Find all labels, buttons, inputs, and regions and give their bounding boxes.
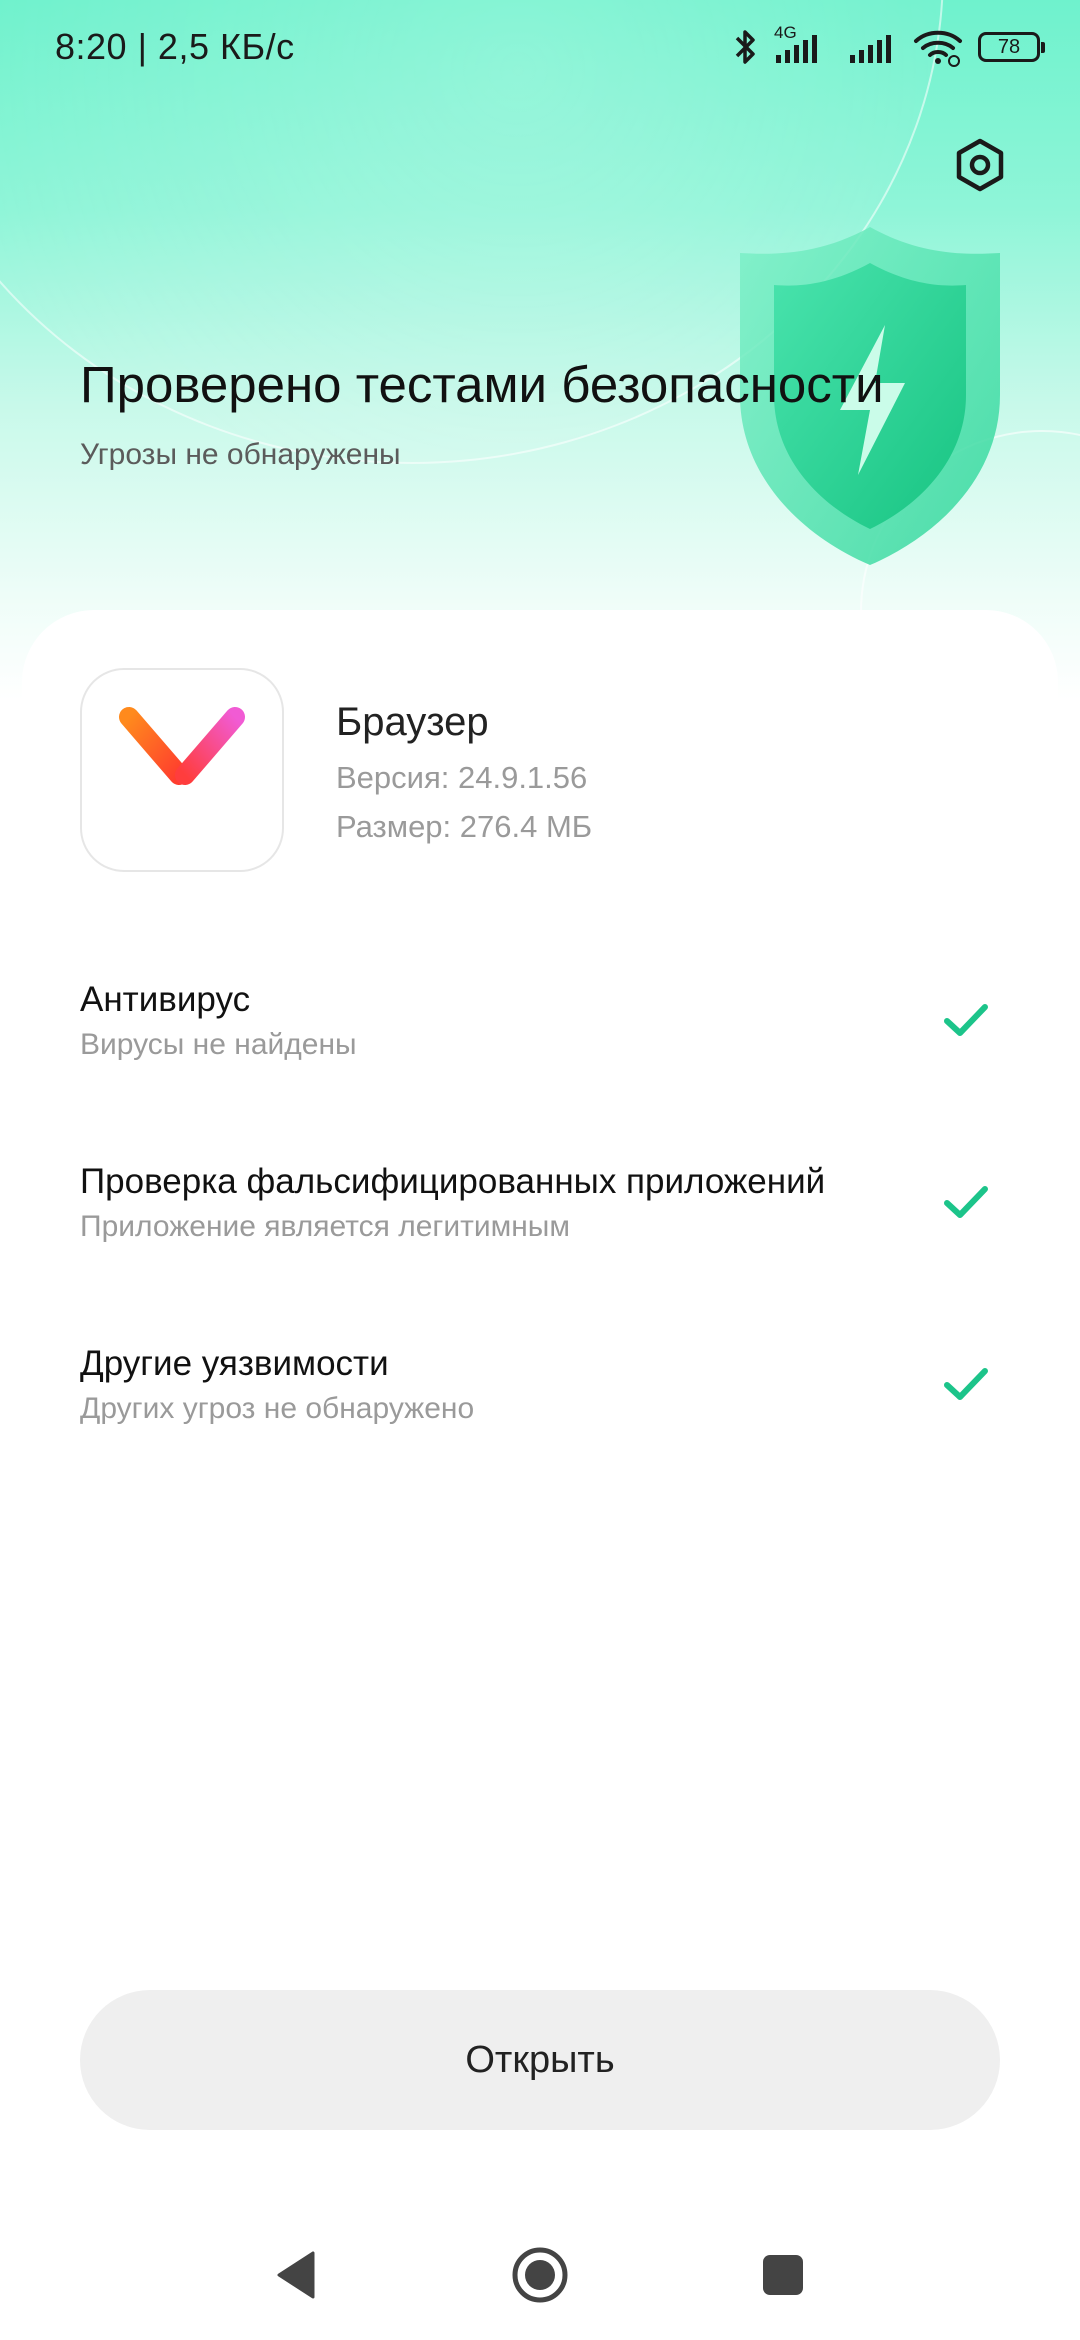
check-subtitle: Приложение является легитимным	[80, 1210, 570, 1243]
navigation-bar	[0, 2210, 1080, 2340]
back-button[interactable]	[262, 2240, 332, 2310]
check-title: Антивирус	[80, 980, 251, 1019]
check-title: Другие уязвимости	[80, 1344, 389, 1383]
page-title: Проверено тестами безопасности	[80, 356, 884, 413]
check-title: Проверка фальсифицированных приложений	[80, 1162, 826, 1201]
status-icons: 4G 78	[732, 22, 1045, 72]
app-name: Браузер	[336, 700, 489, 744]
signal-4g-icon: 4G	[772, 23, 834, 67]
page-subtitle: Угрозы не обнаружены	[80, 438, 401, 471]
checkmark-icon	[944, 1004, 988, 1036]
check-subtitle: Других угроз не обнаружено	[80, 1392, 475, 1425]
open-button[interactable]: Открыть	[80, 1990, 1000, 2130]
home-icon	[512, 2247, 568, 2303]
checkmark-icon	[944, 1368, 988, 1400]
checkmark-icon	[944, 1186, 988, 1218]
app-size: Размер: 276.4 МБ	[336, 809, 593, 844]
check-item-vulnerabilities: Другие уязвимости Других угроз не обнару…	[0, 1344, 1080, 1454]
settings-button[interactable]	[948, 133, 1012, 197]
bluetooth-icon	[735, 30, 755, 64]
battery-icon: 78	[978, 32, 1045, 62]
app-icon	[80, 668, 284, 872]
settings-gear-icon	[956, 138, 1004, 192]
recents-icon	[763, 2255, 803, 2295]
status-bar: 8:20 | 2,5 КБ/с 4G 78	[0, 0, 1080, 96]
hero-background	[0, 0, 1080, 700]
check-item-counterfeit: Проверка фальсифицированных приложений П…	[0, 1162, 1080, 1272]
yandex-browser-logo	[119, 707, 245, 843]
recents-button[interactable]	[748, 2240, 818, 2310]
check-subtitle: Вирусы не найдены	[80, 1028, 357, 1061]
back-icon	[277, 2251, 315, 2299]
wifi-icon	[914, 30, 962, 67]
app-version: Версия: 24.9.1.56	[336, 760, 588, 795]
signal-icon	[850, 35, 891, 63]
check-item-antivirus: Антивирус Вирусы не найдены	[0, 980, 1080, 1090]
status-time: 8:20 | 2,5 КБ/с	[55, 26, 295, 67]
home-button[interactable]	[505, 2240, 575, 2310]
